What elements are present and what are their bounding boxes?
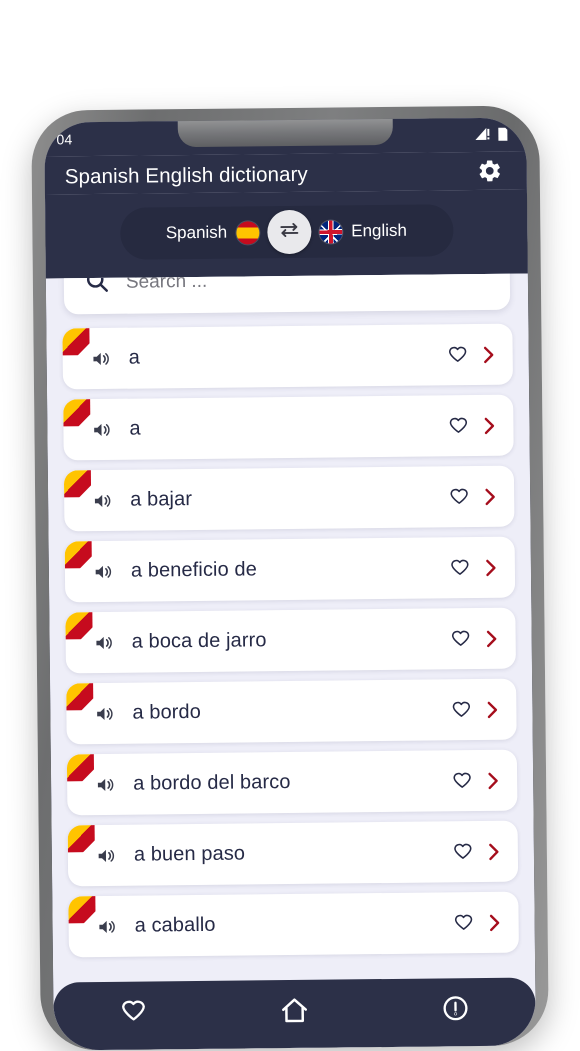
nav-item-home[interactable] [214,995,375,1032]
word-list-item[interactable]: a caballo [68,892,519,958]
word-list-item[interactable]: a boca de jarro [65,608,516,674]
page-title: Spanish English dictionary [65,163,308,190]
speaker-icon[interactable] [95,915,121,937]
speaker-icon[interactable] [94,844,120,866]
heart-icon [120,998,148,1031]
chevron-right-icon[interactable] [485,770,501,790]
nav-item-info[interactable] [375,993,536,1028]
target-language-label: English [351,221,407,242]
signal-warning-icon [474,126,490,143]
word-label: a beneficio de [131,556,447,582]
phone-notch [178,118,393,148]
swap-languages-button[interactable] [267,210,311,254]
target-language[interactable]: English [319,219,407,243]
spain-flag-corner-icon [64,470,91,497]
chevron-right-icon[interactable] [484,628,500,648]
favorite-button[interactable] [448,699,474,721]
settings-button[interactable] [473,156,507,190]
spain-flag-corner-icon [65,612,92,639]
language-switcher-area: Spanish English [45,189,528,278]
status-time: 04 [56,131,72,147]
spain-flag-icon [236,221,259,244]
phone-bezel: 04 [44,118,536,1051]
app-bar: Spanish English dictionary [45,151,527,194]
word-label: a buen paso [134,840,450,866]
chevron-right-icon[interactable] [486,841,502,861]
word-list-item[interactable]: a [62,324,513,390]
chevron-right-icon[interactable] [481,344,497,364]
word-label: a [129,343,445,369]
chevron-right-icon[interactable] [484,699,500,719]
favorite-button[interactable] [451,912,477,934]
favorite-button[interactable] [449,770,475,792]
speaker-icon[interactable] [92,702,118,724]
spain-flag-corner-icon [66,683,93,710]
spain-flag-corner-icon [65,541,92,568]
phone-frame: 04 [31,105,549,1050]
spain-flag-corner-icon [67,754,94,781]
status-icons [474,125,508,144]
swap-arrows-icon [277,217,301,246]
speaker-icon[interactable] [91,560,117,582]
word-label: a [129,414,445,440]
uk-flag-icon [319,220,342,243]
nav-item-favorites[interactable] [53,997,214,1032]
chevron-right-icon[interactable] [483,557,499,577]
speaker-icon[interactable] [93,773,119,795]
chevron-right-icon[interactable] [487,912,503,932]
spain-flag-corner-icon [68,825,95,852]
word-list: a a a bajar a beneficio de a boca de jarro a … [46,323,535,957]
favorite-button[interactable] [446,486,472,508]
search-input[interactable]: Search ... [64,273,511,314]
favorite-button[interactable] [447,557,473,579]
search-icon [84,273,110,298]
source-language-label: Spanish [166,223,228,244]
word-list-item[interactable]: a bordo del barco [67,750,518,816]
favorite-button[interactable] [445,344,471,366]
chevron-right-icon[interactable] [481,415,497,435]
speaker-icon[interactable] [92,631,118,653]
language-switcher[interactable]: Spanish English [120,204,454,259]
chevron-right-icon[interactable] [482,486,498,506]
favorite-button[interactable] [445,415,471,437]
gear-icon [477,157,503,188]
word-list-item[interactable]: a buen paso [68,821,519,887]
spain-flag-corner-icon [63,399,90,426]
spain-flag-corner-icon [62,328,89,355]
word-list-item[interactable]: a bajar [64,466,515,532]
battery-icon [497,125,508,144]
favorite-button[interactable] [448,628,474,650]
info-icon [441,994,469,1027]
spain-flag-corner-icon [68,896,95,923]
word-label: a caballo [135,911,451,937]
word-label: a bajar [130,485,446,511]
home-icon [279,996,309,1031]
speaker-icon[interactable] [90,489,116,511]
app-screen: 04 [44,118,536,1051]
word-label: a bordo [132,698,448,724]
favorite-button[interactable] [450,841,476,863]
word-label: a bordo del barco [133,769,449,795]
speaker-icon[interactable] [89,418,115,440]
word-list-item[interactable]: a beneficio de [65,537,516,603]
bottom-navigation [53,977,536,1050]
word-list-item[interactable]: a [63,395,514,461]
speaker-icon[interactable] [89,347,115,369]
word-list-item[interactable]: a bordo [66,679,517,745]
word-label: a boca de jarro [132,627,448,653]
content-area: Search ... a a a bajar a beneficio de a boca… [46,273,536,1050]
search-wrapper: Search ... [46,273,528,314]
source-language[interactable]: Spanish [166,221,260,245]
